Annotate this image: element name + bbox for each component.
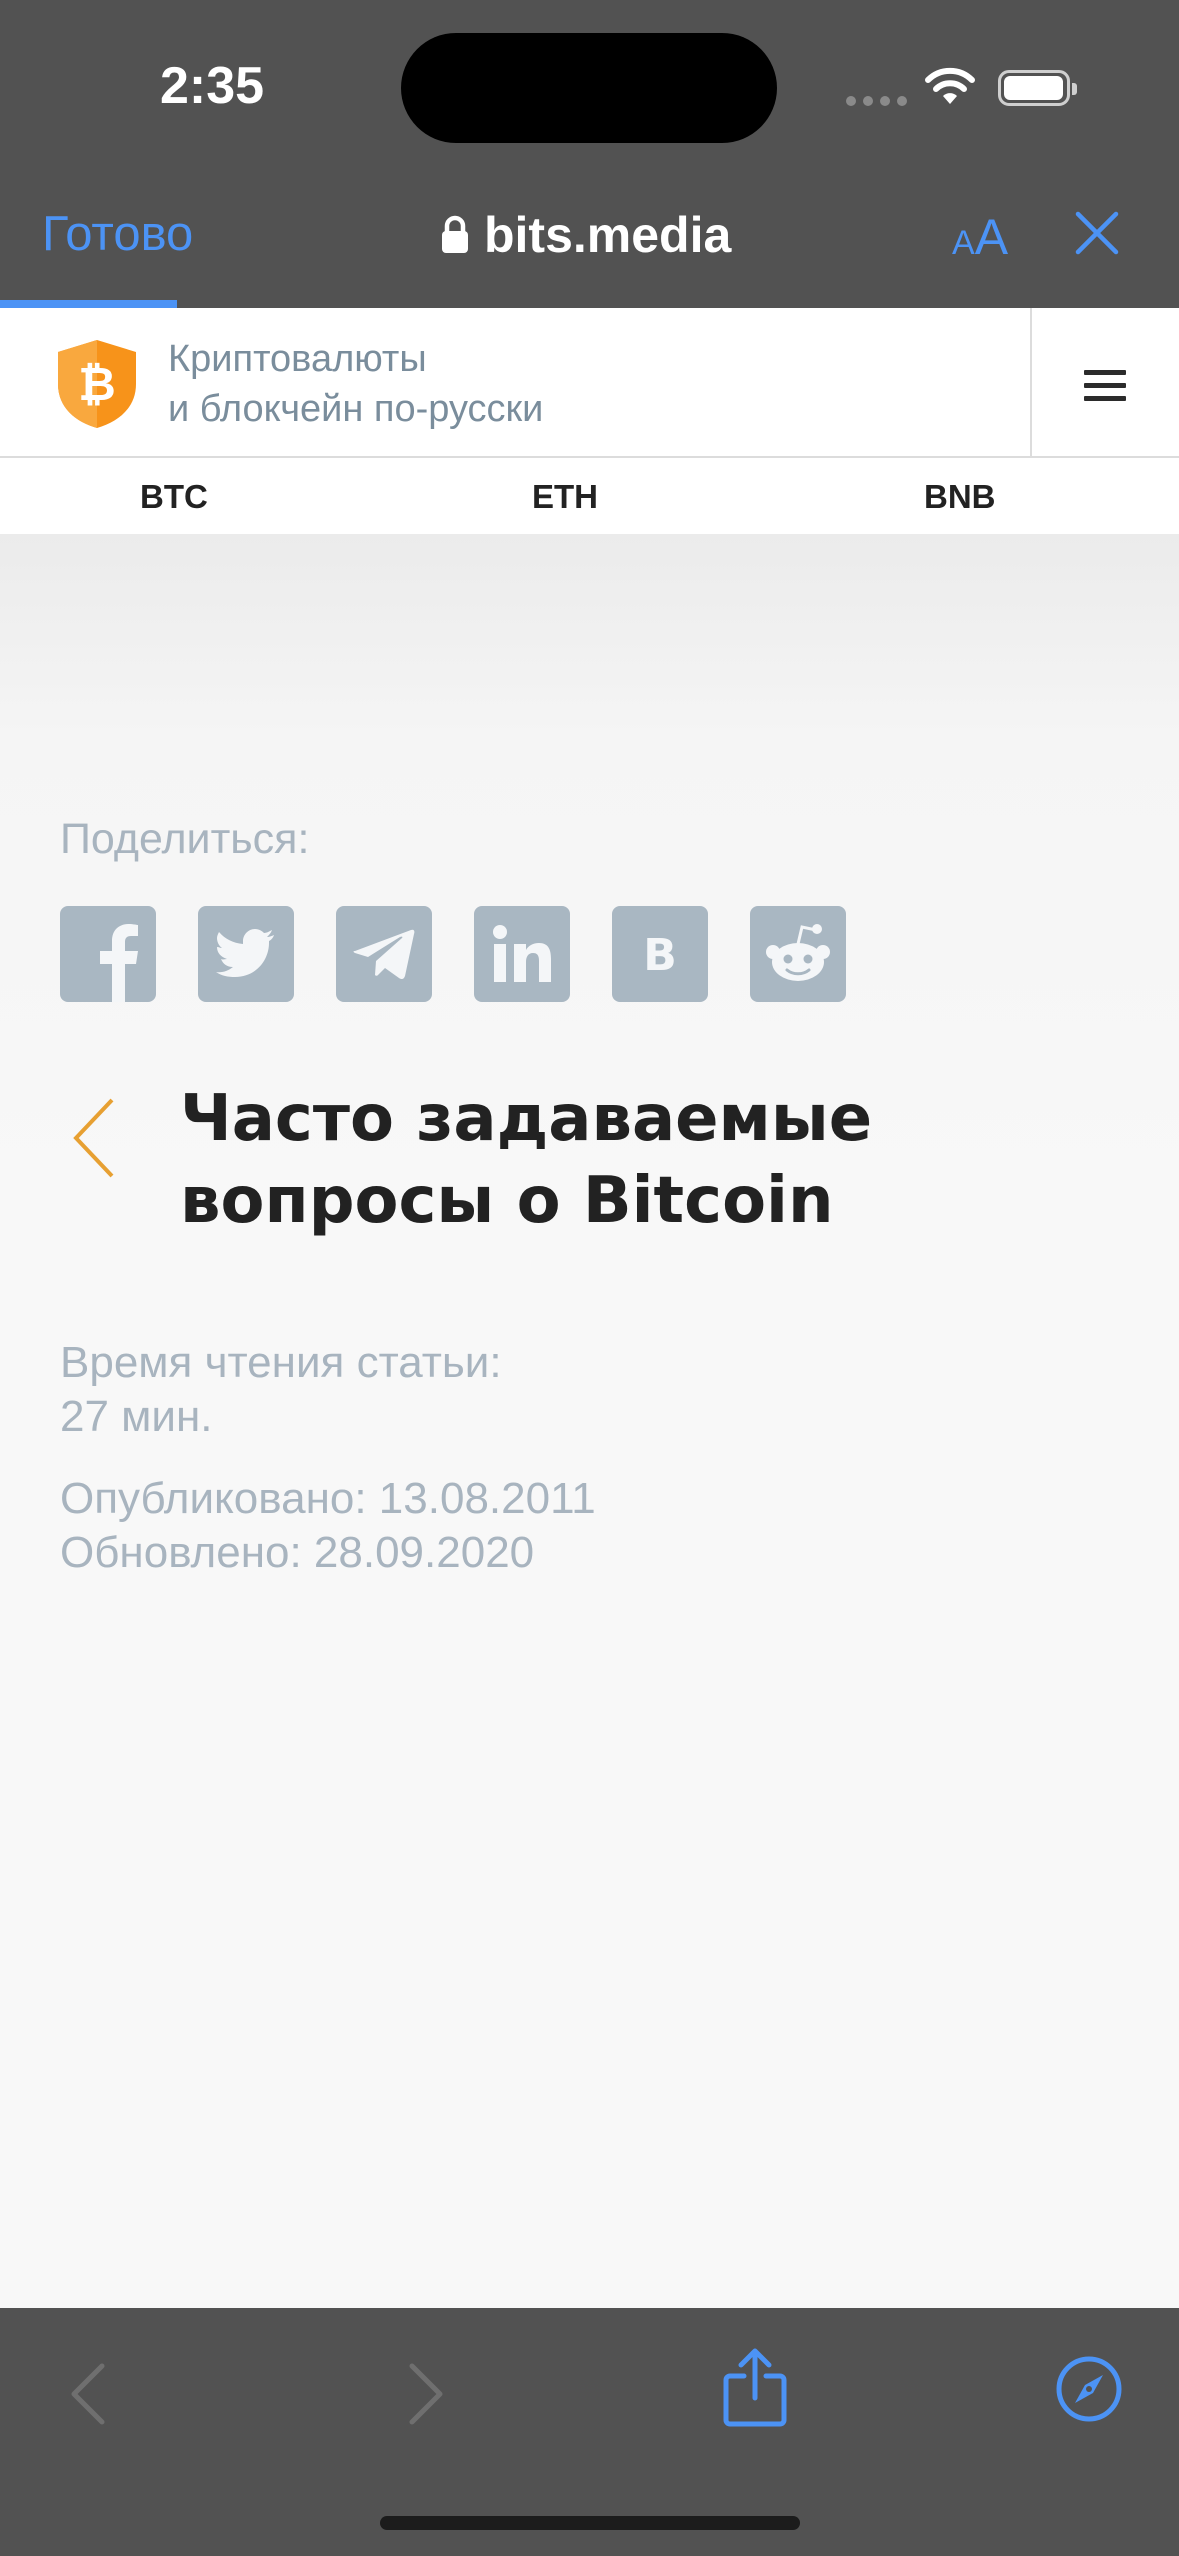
vk-share-button[interactable]: B xyxy=(612,906,708,1002)
twitter-icon xyxy=(216,929,274,977)
dynamic-island xyxy=(401,33,777,143)
done-button[interactable]: Готово xyxy=(42,206,193,262)
wifi-icon xyxy=(925,67,975,104)
lock-icon xyxy=(442,215,468,253)
menu-divider xyxy=(1030,308,1032,458)
facebook-share-button[interactable] xyxy=(60,906,156,1002)
site-tagline[interactable]: Криптовалюты и блокчейн по-русски xyxy=(168,334,543,434)
reddit-share-button[interactable] xyxy=(750,906,846,1002)
url-text: bits.media xyxy=(484,207,732,263)
back-icon[interactable] xyxy=(68,2362,108,2426)
ticker-btc[interactable]: BTC xyxy=(140,478,208,516)
twitter-share-button[interactable] xyxy=(198,906,294,1002)
share-buttons: B xyxy=(60,906,846,1002)
ticker-bnb[interactable]: BNB xyxy=(924,478,996,516)
bitcoin-logo-icon[interactable]: ₿ xyxy=(56,338,138,430)
forward-icon[interactable] xyxy=(406,2362,446,2426)
battery-icon xyxy=(998,70,1077,106)
home-indicator[interactable] xyxy=(380,2516,800,2530)
published-date: Опубликовано: 13.08.2011 xyxy=(60,1474,596,1523)
crypto-ticker: BTC ETH BNB xyxy=(0,458,1179,534)
article-back-chevron-icon[interactable] xyxy=(70,1096,118,1180)
browser-top-bar: 2:35 Готово bits.media AA xyxy=(0,0,1179,308)
close-icon[interactable] xyxy=(1074,210,1120,256)
svg-text:B: B xyxy=(643,930,677,981)
cellular-signal-icon xyxy=(846,96,907,106)
publication-dates: Опубликовано: 13.08.2011 Обновлено: 28.0… xyxy=(60,1472,596,1580)
hamburger-menu-icon[interactable] xyxy=(1084,370,1126,409)
compass-icon[interactable] xyxy=(1055,2355,1123,2423)
updated-date: Обновлено: 28.09.2020 xyxy=(60,1528,535,1577)
text-size-button[interactable]: AA xyxy=(952,208,1008,266)
page-load-progress xyxy=(0,300,177,308)
status-time: 2:35 xyxy=(160,57,265,115)
vk-icon: B xyxy=(643,930,677,981)
telegram-icon xyxy=(353,929,415,980)
reddit-icon xyxy=(766,924,830,981)
linkedin-icon xyxy=(493,925,551,982)
reading-time: Время чтения статьи: 27 мин. xyxy=(60,1338,502,1441)
facebook-icon xyxy=(100,924,138,1002)
ticker-eth[interactable]: ETH xyxy=(532,478,598,516)
address-bar[interactable]: bits.media xyxy=(440,206,731,264)
article-title: Часто задаваемые вопросы о Bitcoin xyxy=(180,1082,873,1238)
site-header: ₿ Криптовалюты и блокчейн по-русски xyxy=(0,308,1179,458)
telegram-share-button[interactable] xyxy=(336,906,432,1002)
share-label: Поделиться: xyxy=(60,815,310,863)
linkedin-share-button[interactable] xyxy=(474,906,570,1002)
svg-text:₿: ₿ xyxy=(78,357,116,411)
share-icon[interactable] xyxy=(722,2348,788,2428)
